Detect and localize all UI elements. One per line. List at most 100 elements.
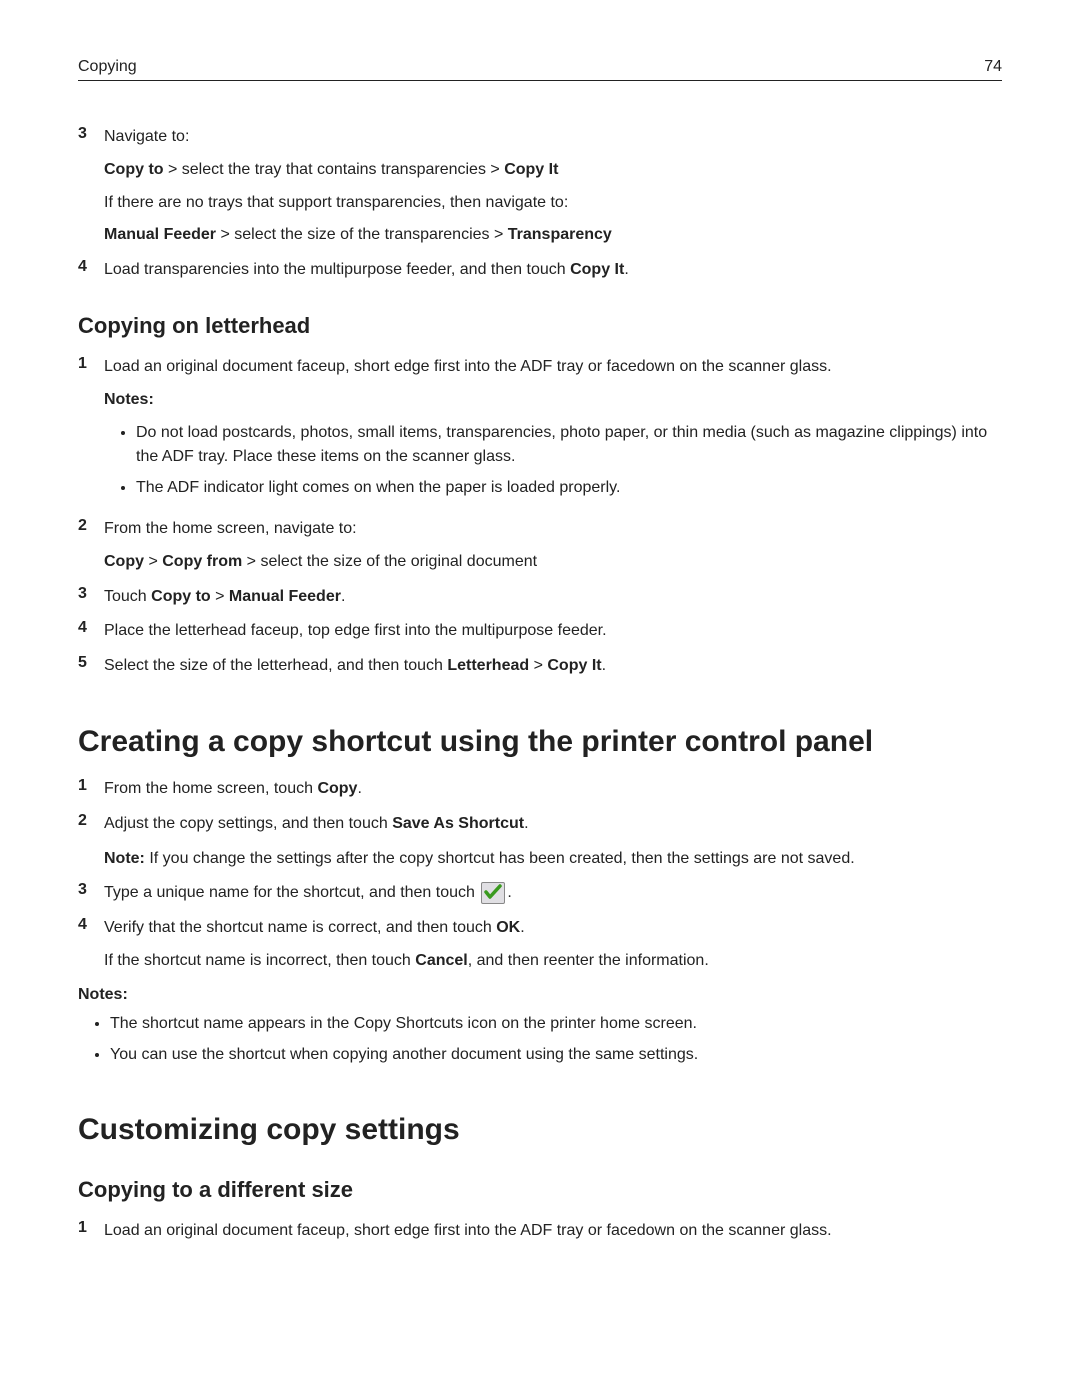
step-subline: Manual Feeder > select the size of the t… — [104, 223, 1002, 248]
step-text: Navigate to: — [104, 125, 1002, 150]
text-run: . — [624, 261, 628, 278]
notes-label: Notes: — [78, 986, 1002, 1004]
inline-bold: Save As Shortcut — [392, 815, 524, 832]
text-run: . — [520, 919, 524, 936]
text-run: > — [211, 588, 229, 605]
diffsize-steps-list: 1 Load an original document faceup, shor… — [78, 1219, 1002, 1244]
step-number: 3 — [78, 881, 104, 906]
text-run: . — [357, 780, 361, 797]
text-run: > — [144, 553, 162, 570]
menu-path-bold: Copy to — [104, 161, 164, 178]
menu-path-bold: Transparency — [508, 226, 612, 243]
step-number: 3 — [78, 585, 104, 610]
step-4: 4 Load transparencies into the multipurp… — [78, 258, 1002, 283]
step-1: 1 From the home screen, touch Copy. — [78, 777, 1002, 802]
step-text: Load an original document faceup, short … — [104, 1219, 1002, 1244]
menu-path-bold: Manual Feeder — [104, 226, 216, 243]
step-4: 4 Verify that the shortcut name is corre… — [78, 916, 1002, 974]
step-text: Type a unique name for the shortcut, and… — [104, 881, 1002, 906]
text-run: Load transparencies into the multipurpos… — [104, 261, 570, 278]
text-run: Adjust the copy settings, and then touch — [104, 815, 392, 832]
inline-bold: Copy to — [151, 588, 211, 605]
text-run: > — [529, 657, 547, 674]
step-1: 1 Load an original document faceup, shor… — [78, 1219, 1002, 1244]
step-3: 3 Navigate to: Copy to > select the tray… — [78, 125, 1002, 248]
step-4: 4 Place the letterhead faceup, top edge … — [78, 619, 1002, 644]
step-note: Note: If you change the settings after t… — [104, 847, 1002, 872]
step-3: 3 Touch Copy to > Manual Feeder. — [78, 585, 1002, 610]
top-steps-list: 3 Navigate to: Copy to > select the tray… — [78, 125, 1002, 283]
inline-bold: OK — [496, 919, 520, 936]
step-3: 3 Type a unique name for the shortcut, a… — [78, 881, 1002, 906]
step-1: 1 Load an original document faceup, shor… — [78, 355, 1002, 507]
step-text: Load transparencies into the multipurpos… — [104, 258, 1002, 283]
shortcut-notes-block: Notes: The shortcut name appears in the … — [78, 986, 1002, 1068]
step-text: Adjust the copy settings, and then touch… — [104, 812, 1002, 837]
heading-copying-different-size: Copying to a different size — [78, 1177, 1002, 1203]
step-2: 2 Adjust the copy settings, and then tou… — [78, 812, 1002, 872]
step-text: Place the letterhead faceup, top edge fi… — [104, 619, 1002, 644]
shortcut-steps-list: 1 From the home screen, touch Copy. 2 Ad… — [78, 777, 1002, 974]
heading-customizing-copy-settings: Customizing copy settings — [78, 1113, 1002, 1147]
checkmark-icon — [481, 882, 505, 904]
text-run: If the shortcut name is incorrect, then … — [104, 952, 415, 969]
text-run: . — [524, 815, 528, 832]
step-text: From the home screen, touch Copy. — [104, 777, 1002, 802]
text-run: > select the size of the original docume… — [242, 553, 537, 570]
list-item: You can use the shortcut when copying an… — [110, 1043, 1002, 1068]
step-number: 2 — [78, 517, 104, 575]
text-run: Type a unique name for the shortcut, and… — [104, 884, 479, 901]
text-run: From the home screen, touch — [104, 780, 317, 797]
text-run: If you change the settings after the cop… — [145, 850, 855, 867]
step-number: 1 — [78, 355, 104, 507]
notes-bullets: Do not load postcards, photos, small ite… — [104, 421, 1002, 501]
heading-create-copy-shortcut: Creating a copy shortcut using the print… — [78, 725, 1002, 759]
step-number: 4 — [78, 619, 104, 644]
step-subline: Copy to > select the tray that contains … — [104, 158, 1002, 183]
step-number: 1 — [78, 777, 104, 802]
note-label: Note: — [104, 850, 145, 867]
text-run: , and then reenter the information. — [468, 952, 709, 969]
step-text: Select the size of the letterhead, and t… — [104, 654, 1002, 679]
menu-path-text: > select the size of the transparencies … — [216, 226, 508, 243]
step-text: Touch Copy to > Manual Feeder. — [104, 585, 1002, 610]
list-item: The ADF indicator light comes on when th… — [136, 476, 1002, 501]
step-2: 2 From the home screen, navigate to: Cop… — [78, 517, 1002, 575]
menu-path-bold: Copy — [104, 553, 144, 570]
inline-bold: Manual Feeder — [229, 588, 341, 605]
step-number: 2 — [78, 812, 104, 872]
notes-bullets: The shortcut name appears in the Copy Sh… — [78, 1012, 1002, 1068]
text-run: . — [507, 884, 511, 901]
text-run: . — [602, 657, 606, 674]
list-item: Do not load postcards, photos, small ite… — [136, 421, 1002, 471]
heading-copying-on-letterhead: Copying on letterhead — [78, 313, 1002, 339]
page-content: Copying 74 3 Navigate to: Copy to > sele… — [0, 0, 1080, 1397]
step-text: Load an original document faceup, short … — [104, 355, 1002, 380]
inline-bold: Copy It — [570, 261, 624, 278]
step-text: From the home screen, navigate to: — [104, 517, 1002, 542]
header-section-title: Copying — [78, 58, 137, 76]
step-number: 4 — [78, 916, 104, 974]
step-number: 5 — [78, 654, 104, 679]
text-run: Touch — [104, 588, 151, 605]
step-text: Verify that the shortcut name is correct… — [104, 916, 1002, 941]
letterhead-steps-list: 1 Load an original document faceup, shor… — [78, 355, 1002, 679]
step-subline: Copy > Copy from > select the size of th… — [104, 550, 1002, 575]
step-number: 3 — [78, 125, 104, 248]
menu-path-bold: Copy It — [504, 161, 558, 178]
text-run: . — [341, 588, 345, 605]
page-header: Copying 74 — [78, 58, 1002, 81]
step-5: 5 Select the size of the letterhead, and… — [78, 654, 1002, 679]
text-run: Select the size of the letterhead, and t… — [104, 657, 447, 674]
inline-bold: Copy — [317, 780, 357, 797]
menu-path-text: > select the tray that contains transpar… — [164, 161, 505, 178]
text-run: Verify that the shortcut name is correct… — [104, 919, 496, 936]
menu-path-bold: Copy from — [162, 553, 242, 570]
step-number: 4 — [78, 258, 104, 283]
step-number: 1 — [78, 1219, 104, 1244]
inline-bold: Letterhead — [447, 657, 529, 674]
list-item: The shortcut name appears in the Copy Sh… — [110, 1012, 1002, 1037]
step-subline: If the shortcut name is incorrect, then … — [104, 949, 1002, 974]
inline-bold: Copy It — [547, 657, 601, 674]
step-subline: If there are no trays that support trans… — [104, 191, 1002, 216]
